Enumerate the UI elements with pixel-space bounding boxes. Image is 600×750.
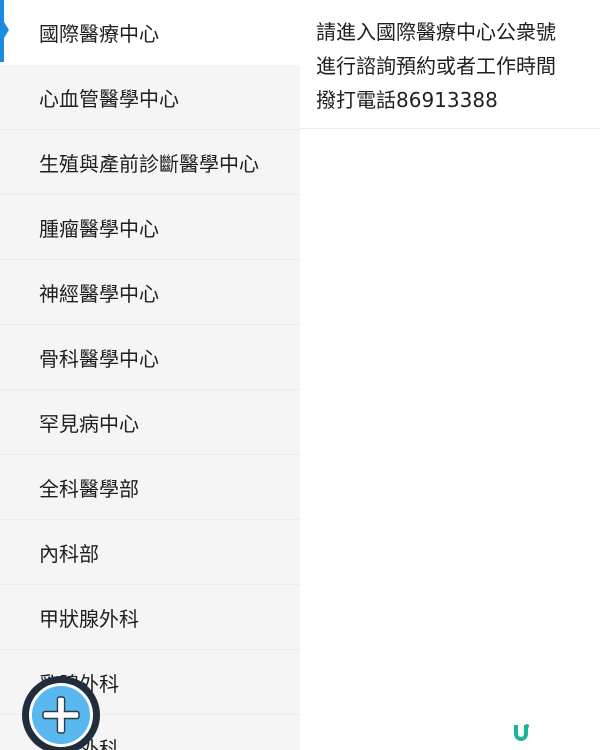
sidebar-item-label: 腫瘤醫學中心 <box>39 216 159 241</box>
info-line: 進行諮詢預約或者工作時間 <box>316 54 556 78</box>
active-indicator <box>0 0 9 62</box>
info-line: 請進入國際醫療中心公衆號 <box>316 20 556 44</box>
sidebar-item-neurology[interactable]: 神經醫學中心 <box>0 260 300 325</box>
sidebar-item-internal-medicine[interactable]: 內科部 <box>0 520 300 585</box>
sidebar-item-label: 罕見病中心 <box>39 411 139 436</box>
sidebar-item-label: 內科部 <box>39 541 99 566</box>
sidebar-item-label: 骨科醫學中心 <box>39 346 159 371</box>
department-sidebar: 國際醫療中心 心血管醫學中心 生殖與產前診斷醫學中心 腫瘤醫學中心 神經醫學中心… <box>0 0 300 750</box>
app-screen: 國際醫療中心 心血管醫學中心 生殖與產前診斷醫學中心 腫瘤醫學中心 神經醫學中心… <box>0 0 600 750</box>
sidebar-item-label: 甲狀腺外科 <box>39 606 139 631</box>
sidebar-item-thyroid-surgery[interactable]: 甲狀腺外科 <box>0 585 300 650</box>
sidebar-item-label: 神經醫學中心 <box>39 281 159 306</box>
contact-info: 請進入國際醫療中心公衆號 進行諮詢預約或者工作時間 撥打電話86913388 <box>300 0 600 129</box>
u-logo-icon <box>514 724 529 741</box>
sidebar-item-orthopedics[interactable]: 骨科醫學中心 <box>0 325 300 390</box>
info-line: 撥打電話86913388 <box>316 88 498 112</box>
department-detail: 請進入國際醫療中心公衆號 進行諮詢預約或者工作時間 撥打電話86913388 <box>300 0 600 750</box>
sidebar-item-oncology[interactable]: 腫瘤醫學中心 <box>0 195 300 260</box>
sidebar-item-label: 國際醫療中心 <box>39 21 159 46</box>
sidebar-item-label: 全科醫學部 <box>39 476 139 501</box>
sidebar-item-cardiovascular[interactable]: 心血管醫學中心 <box>0 65 300 130</box>
sidebar-item-label: 心血管醫學中心 <box>39 86 179 111</box>
add-button[interactable] <box>22 676 100 750</box>
sidebar-item-rare-disease[interactable]: 罕見病中心 <box>0 390 300 455</box>
sidebar-item-reproductive-prenatal[interactable]: 生殖與產前診斷醫學中心 <box>0 130 300 195</box>
sidebar-item-label: 生殖與產前診斷醫學中心 <box>39 151 259 176</box>
sidebar-item-international-medical-center[interactable]: 國際醫療中心 <box>0 0 300 65</box>
sidebar-item-general-medicine[interactable]: 全科醫學部 <box>0 455 300 520</box>
plus-icon <box>42 696 80 734</box>
